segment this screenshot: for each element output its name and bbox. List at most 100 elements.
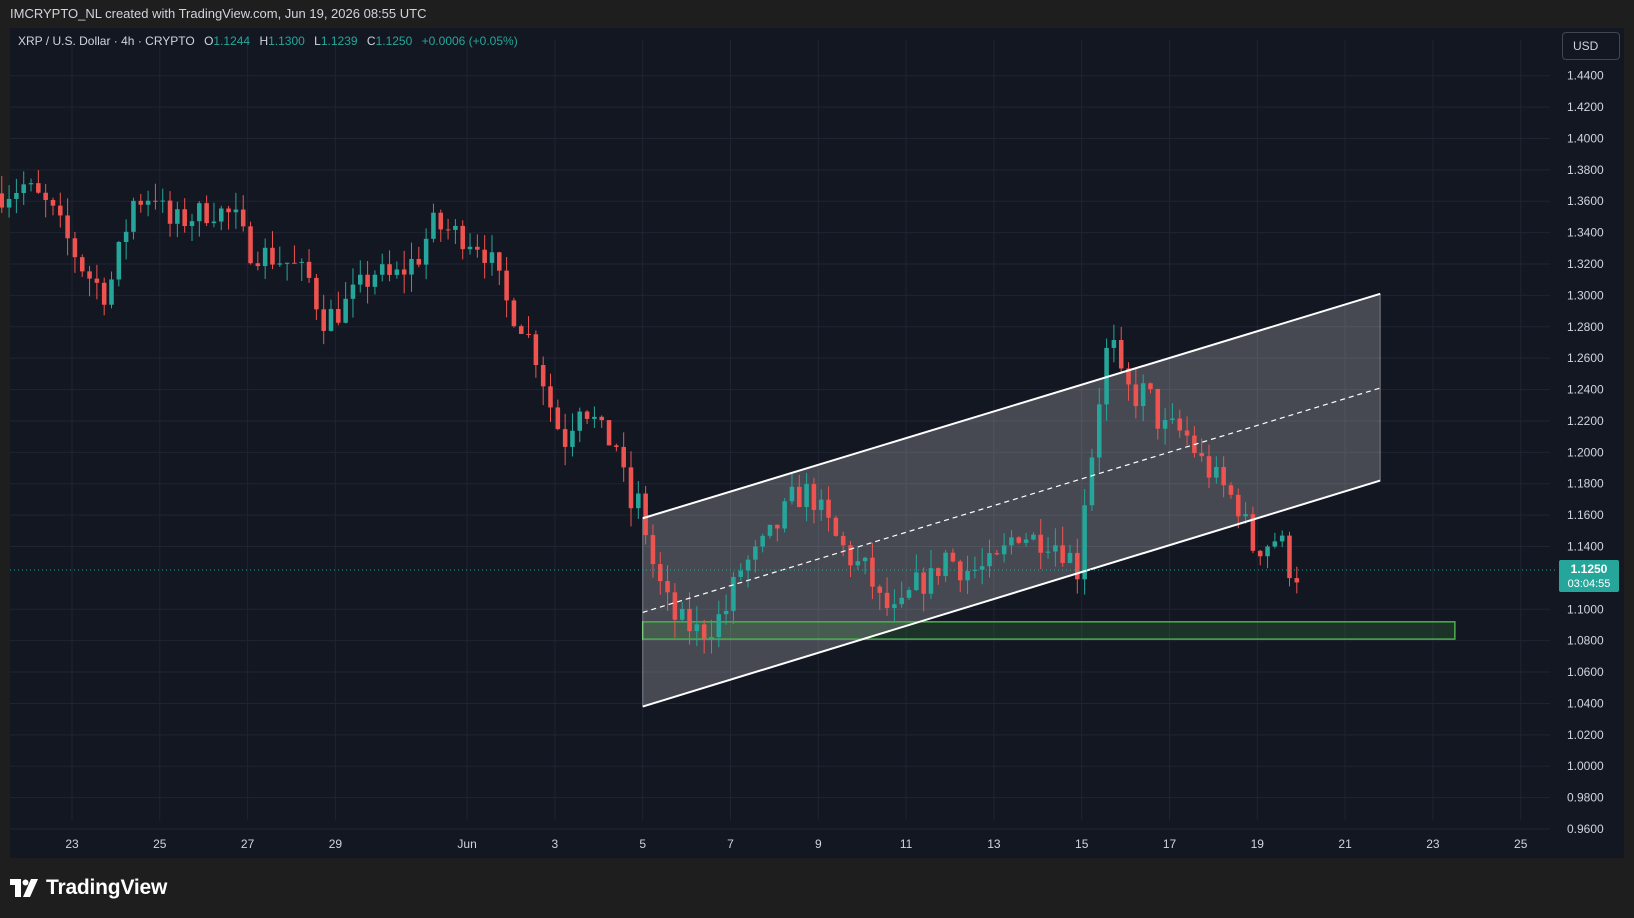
candle-body: [358, 274, 363, 285]
candle-body: [855, 561, 861, 566]
candle-body: [592, 416, 597, 419]
candle-body: [745, 559, 751, 571]
candle-body: [299, 261, 305, 263]
candle-body: [21, 184, 26, 193]
candle-body: [467, 246, 473, 250]
candle-body: [826, 499, 831, 518]
candle-body: [438, 212, 444, 230]
candle-body: [1199, 453, 1204, 457]
candle-body: [43, 192, 48, 200]
price-tag-price: 1.1250: [1571, 562, 1608, 576]
candle-body: [1009, 537, 1014, 546]
candle-body: [14, 192, 19, 199]
candle-body: [518, 326, 524, 334]
time-tick-label: 25: [153, 837, 167, 851]
time-tick-label: 23: [65, 837, 79, 851]
candle-body: [1140, 383, 1146, 407]
candle-body: [606, 420, 612, 446]
time-tick-label: 3: [552, 837, 559, 851]
candle-body: [979, 566, 985, 570]
candle-body: [628, 467, 634, 509]
candle-body: [1184, 430, 1190, 436]
candle-body: [1177, 418, 1183, 431]
candle-body: [240, 209, 246, 227]
candle-body: [738, 570, 744, 577]
candle-body: [965, 570, 970, 581]
low-label: L: [314, 34, 321, 48]
candle-body: [504, 270, 509, 301]
footer-brand[interactable]: TradingView: [10, 872, 167, 904]
candle-body: [650, 535, 656, 565]
candle-body: [262, 247, 268, 267]
candle-body: [1082, 505, 1087, 580]
close-value: 1.1250: [375, 34, 413, 48]
candle-body: [701, 624, 707, 639]
candle-body: [1221, 466, 1226, 486]
candle-body: [840, 535, 846, 546]
price-chart[interactable]: 1.4400 1.4200 1.4000 1.3800 1.3600 1.3400 1.32…: [0, 0, 1634, 918]
price-tick-label: 0.9800: [1567, 791, 1604, 805]
candle-body: [226, 208, 231, 213]
time-axis[interactable]: 23 25 27 29 Jun 3 5 7 9 11 13 15 17 19 21 23 25: [65, 837, 1527, 851]
candle-body: [687, 608, 692, 632]
candle-body: [928, 568, 934, 594]
candle-body: [306, 261, 312, 278]
candle-body: [204, 203, 209, 224]
price-tick-label: 1.4000: [1567, 131, 1604, 145]
candle-body: [350, 284, 356, 299]
candle-body: [182, 209, 187, 227]
candle-body: [387, 264, 392, 275]
candle-body: [1148, 383, 1153, 390]
channel-area: [642, 293, 1381, 707]
candle-body: [1023, 539, 1029, 543]
candle-body: [511, 300, 517, 327]
support-zone-group: [641, 621, 1456, 640]
candle-body: [116, 242, 122, 280]
candle-body: [621, 446, 626, 468]
candle-body: [87, 271, 92, 279]
candle-body: [1016, 537, 1022, 543]
price-tick-label: 1.2000: [1567, 445, 1604, 459]
channel-fill: [642, 293, 1381, 707]
candle-body: [760, 535, 765, 547]
candle-body: [709, 637, 714, 639]
candle-body: [36, 183, 41, 193]
candle-body: [328, 308, 334, 331]
tradingview-logo-icon: [10, 879, 38, 897]
price-tick-label: 1.3200: [1567, 257, 1604, 271]
candle-body: [694, 624, 700, 632]
price-axis[interactable]: 1.4400 1.4200 1.4000 1.3800 1.3600 1.3400 1.32…: [1567, 69, 1604, 836]
candle-body: [884, 592, 890, 608]
time-tick-label: 15: [1075, 837, 1089, 851]
candle-body: [167, 200, 173, 224]
candle-body: [431, 212, 436, 239]
price-tick-label: 1.2800: [1567, 320, 1604, 334]
candle-body: [906, 590, 912, 598]
candle-body: [1038, 534, 1043, 553]
candle-body: [482, 249, 487, 263]
candle-body: [1155, 389, 1161, 429]
candle-body: [957, 561, 963, 581]
candle-body: [1279, 535, 1285, 542]
time-tick-label: 27: [241, 837, 255, 851]
candle-body: [1243, 514, 1248, 517]
candle-body: [1133, 384, 1139, 407]
candle-body: [277, 263, 283, 265]
candle-body: [753, 546, 758, 560]
currency-button[interactable]: USD: [1562, 32, 1620, 60]
candle-body: [914, 572, 919, 591]
candle-body: [175, 209, 180, 224]
time-tick-label: 17: [1163, 837, 1177, 851]
time-tick-label: 13: [987, 837, 1001, 851]
candle-body: [0, 193, 5, 208]
candle-body: [138, 200, 144, 205]
candle-body: [636, 493, 641, 509]
candle-body: [1045, 551, 1051, 553]
candle-body: [892, 604, 897, 608]
candle-body: [248, 226, 253, 264]
candle-body: [218, 208, 224, 222]
current-price-tag: 1.1250 03:04:55: [1559, 560, 1619, 592]
symbol-label[interactable]: XRP / U.S. Dollar · 4h · CRYPTO: [18, 34, 195, 48]
support-zone[interactable]: [641, 621, 1456, 640]
candle-body: [423, 238, 429, 265]
